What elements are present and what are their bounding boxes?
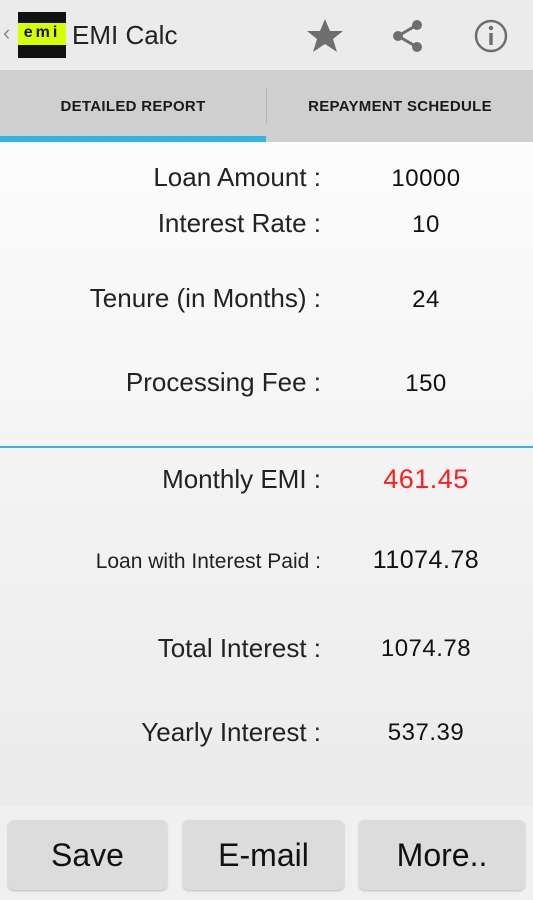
tenure-label: Tenure (in Months) : [89, 283, 321, 313]
more-button[interactable]: More.. [359, 820, 525, 890]
tab-repayment-schedule[interactable]: REPAYMENT SCHEDULE [267, 70, 533, 142]
monthly-emi-label: Monthly EMI : [162, 464, 321, 494]
loan-with-interest-value: 11074.78 [372, 546, 480, 574]
email-button[interactable]: E-mail [183, 820, 344, 890]
loan-amount-value: 10000 [391, 165, 461, 192]
app-title: EMI Calc [72, 20, 178, 50]
back-caret-icon[interactable]: ‹ [3, 20, 10, 46]
loan-with-interest-label: Loan with Interest Paid : [95, 550, 321, 573]
total-interest-value: 1074.78 [380, 635, 472, 662]
app-logo[interactable]: emi [18, 12, 66, 58]
processing-fee-row: Processing Fee : 150 [0, 367, 533, 407]
total-interest-row: Total Interest : 1074.78 [0, 633, 533, 673]
total-interest-label: Total Interest : [157, 633, 321, 663]
tenure-value: 24 [412, 286, 440, 313]
save-button[interactable]: Save [8, 820, 167, 890]
processing-fee-value: 150 [405, 370, 447, 397]
yearly-interest-value: 537.39 [387, 719, 465, 746]
monthly-emi-value: 461.45 [383, 464, 469, 494]
loan-amount-row: Loan Amount : 10000 [0, 162, 533, 202]
monthly-emi-row: Monthly EMI : 461.45 [0, 464, 533, 504]
tab-bar: DETAILED REPORT REPAYMENT SCHEDULE [0, 70, 533, 142]
tenure-row: Tenure (in Months) : 24 [0, 283, 533, 323]
yearly-interest-label: Yearly Interest : [141, 717, 321, 747]
loan-with-interest-row: Loan with Interest Paid : 11074.78 [0, 546, 533, 586]
interest-rate-label: Interest Rate : [157, 208, 321, 238]
action-bar: ‹ emi EMI Calc [0, 0, 533, 70]
tab-detailed-report[interactable]: DETAILED REPORT [0, 70, 266, 142]
info-icon[interactable] [471, 16, 511, 56]
interest-rate-row: Interest Rate : 10 [0, 208, 533, 248]
processing-fee-label: Processing Fee : [125, 367, 321, 397]
section-divider [0, 446, 533, 448]
star-icon[interactable] [305, 16, 345, 56]
logo-text: emi [23, 24, 61, 41]
interest-rate-value: 10 [412, 211, 440, 238]
loan-amount-label: Loan Amount : [153, 162, 321, 192]
yearly-interest-row: Yearly Interest : 537.39 [0, 717, 533, 757]
share-icon[interactable] [388, 16, 428, 56]
